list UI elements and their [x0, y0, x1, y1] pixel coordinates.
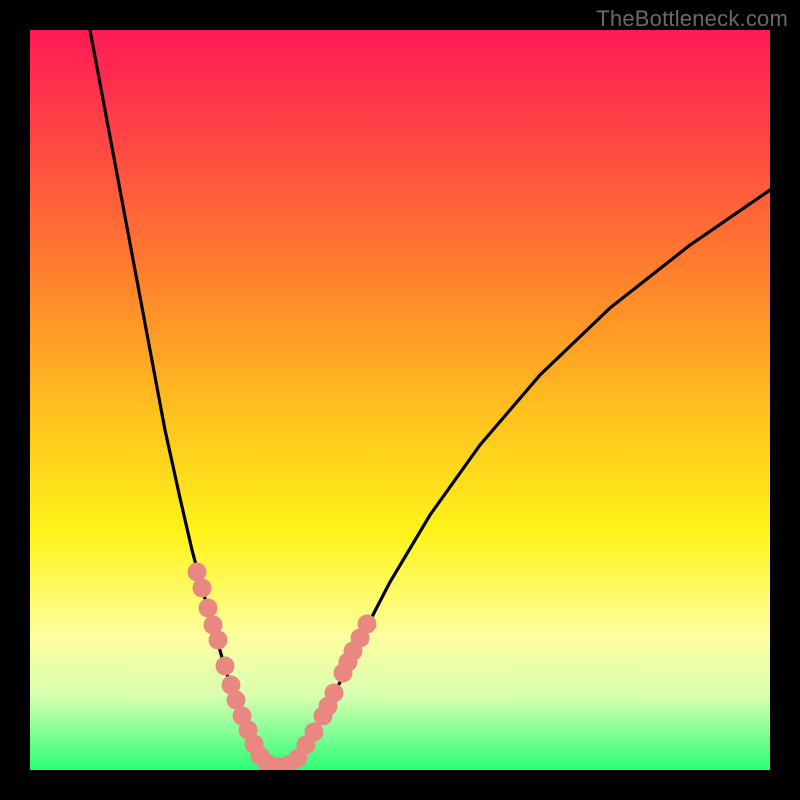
curve-svg	[30, 30, 770, 770]
highlight-dot	[193, 579, 212, 598]
watermark-label: TheBottleneck.com	[596, 6, 788, 32]
highlight-dots-right	[289, 615, 377, 768]
curve-right-segment	[300, 190, 770, 758]
bottleneck-curve	[90, 30, 770, 768]
highlight-dot	[209, 631, 228, 650]
chart-frame: TheBottleneck.com	[0, 0, 800, 800]
highlight-dot	[325, 684, 344, 703]
highlight-dots-left	[188, 563, 298, 771]
plot-area	[30, 30, 770, 770]
curve-left-segment	[90, 30, 260, 758]
highlight-dot	[199, 599, 218, 618]
highlight-dot	[305, 723, 324, 742]
highlight-dot	[216, 657, 235, 676]
highlight-dot	[358, 615, 377, 634]
